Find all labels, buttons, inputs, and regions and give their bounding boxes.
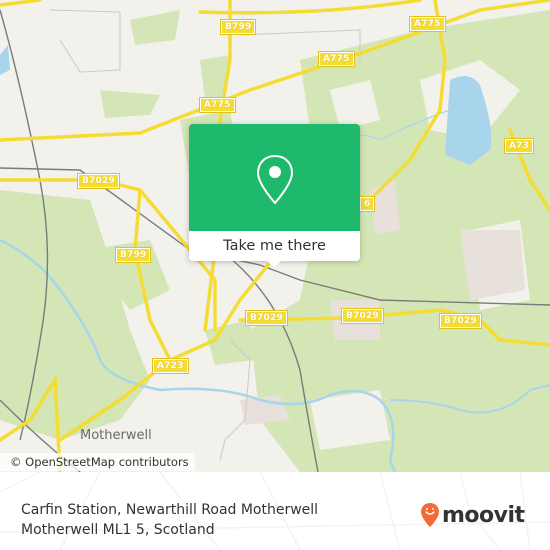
moovit-logo[interactable]: moovit	[420, 502, 525, 528]
footer: Carfin Station, Newarthill Road Motherwe…	[0, 472, 550, 550]
location-pin-icon	[256, 154, 294, 205]
take-me-there-button[interactable]: Take me there	[189, 231, 360, 261]
road-shield-b799: B799	[114, 247, 152, 263]
road-shield-a775: A775	[318, 51, 355, 67]
road-shield-b7029: B7029	[245, 310, 288, 326]
road-shield-b7029: B7029	[341, 308, 384, 324]
road-shield-partial: 6	[358, 196, 376, 212]
place-label-motherwell: Motherwell	[80, 428, 152, 443]
moovit-pin-icon	[421, 503, 439, 527]
road-shield-b7029: B7029	[77, 173, 120, 189]
road-shield-b799: B799	[219, 19, 257, 35]
water-patch	[0, 45, 10, 75]
road-shield-a775: A775	[199, 97, 236, 113]
popup-pointer	[267, 261, 281, 268]
moovit-wordmark: moovit	[442, 502, 525, 528]
address-line-1: Carfin Station, Newarthill Road Motherwe…	[21, 502, 319, 518]
station-address: Carfin Station, Newarthill Road Motherwe…	[21, 500, 318, 540]
road-shield-b7029: B7029	[439, 313, 482, 329]
destination-popup: Take me there	[189, 124, 360, 268]
map-attribution[interactable]: © OpenStreetMap contributors	[0, 453, 195, 471]
road-shield-a73: A73	[503, 138, 535, 154]
road-shield-a723: A723	[152, 358, 189, 374]
road-shield-a775: A775	[409, 16, 446, 32]
address-line-2: Motherwell ML1 5, Scotland	[21, 522, 215, 538]
popup-header	[189, 124, 360, 231]
map[interactable]: B799 A775 A775 A775 A73 B7029 B799 B7029…	[0, 0, 550, 472]
